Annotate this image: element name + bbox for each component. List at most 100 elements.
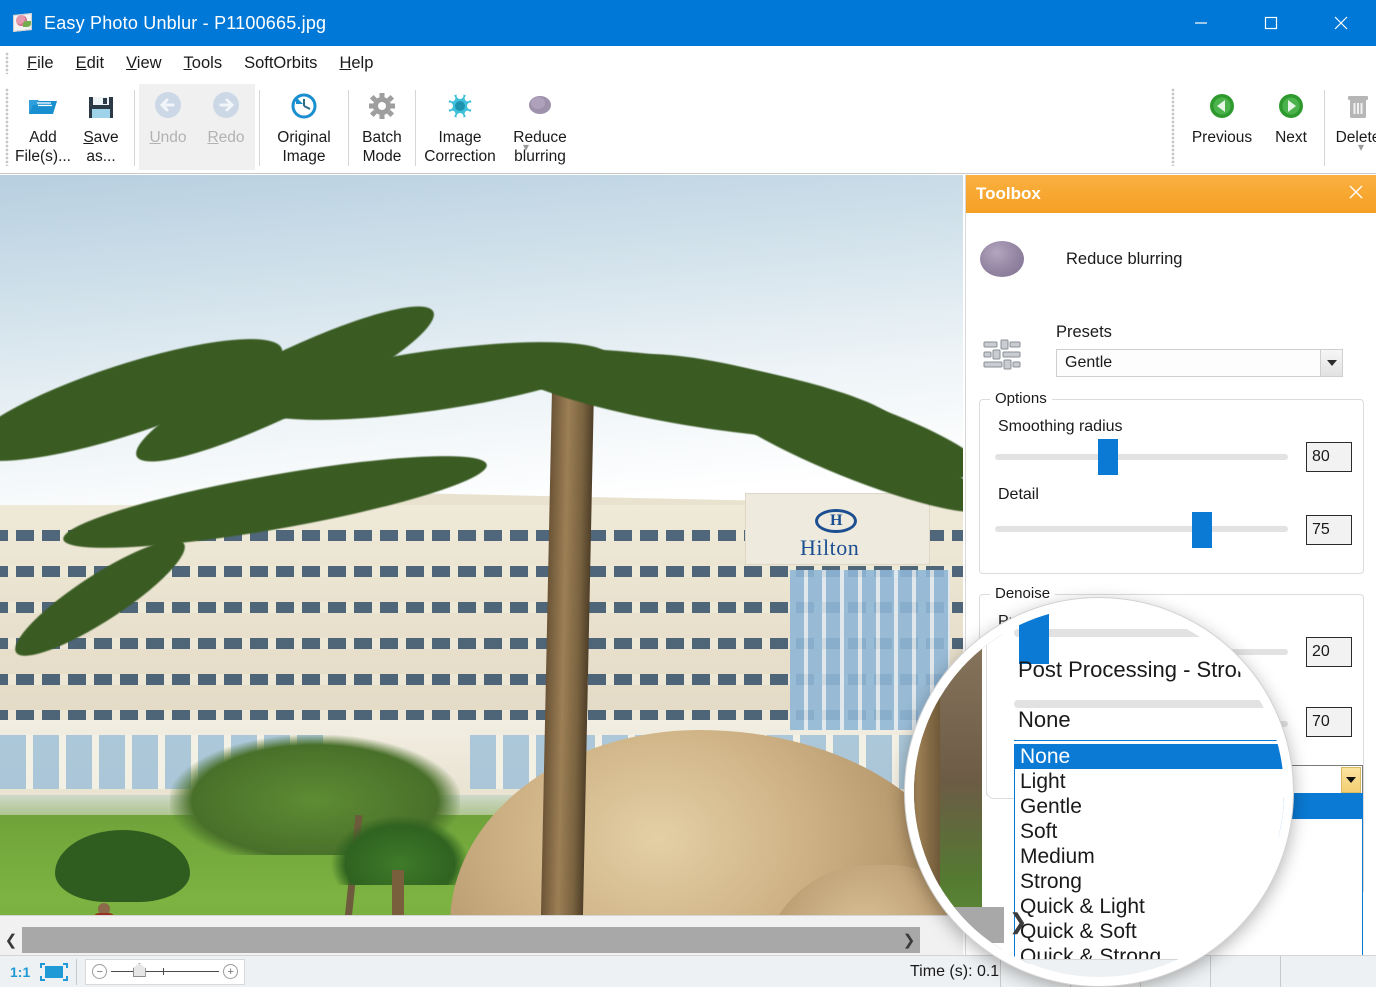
sliders-icon bbox=[982, 335, 1022, 375]
fit-to-screen-icon[interactable] bbox=[40, 962, 69, 981]
zoom-slider-thumb[interactable] bbox=[132, 963, 146, 977]
toolbar-separator bbox=[415, 90, 416, 166]
photo-person bbox=[93, 903, 115, 915]
detail-thumb[interactable] bbox=[1192, 512, 1212, 548]
previous-button[interactable]: Previous bbox=[1182, 84, 1262, 170]
magnified-chevron-right-icon: ❯ bbox=[1009, 909, 1028, 934]
toolbar-overflow-icon-right[interactable]: ▾ bbox=[1358, 140, 1364, 154]
photo-content: H Hilton bbox=[0, 175, 963, 915]
menu-grip-icon[interactable] bbox=[5, 52, 9, 74]
smoothing-radius-slider[interactable] bbox=[995, 454, 1288, 460]
reduce-blurring-label: Reduce blurring bbox=[513, 129, 567, 165]
photo-small-palm bbox=[330, 815, 470, 915]
toolbox-header: Toolbox bbox=[966, 175, 1376, 213]
magnified-option-medium: Medium bbox=[1020, 845, 1095, 868]
menu-item-help[interactable]: Help bbox=[328, 52, 384, 75]
image-canvas[interactable]: H Hilton bbox=[0, 175, 963, 915]
original-image-label: Original Image bbox=[277, 129, 331, 165]
main-toolbar: Add File(s)... Save as... Undo Redo Orig… bbox=[0, 80, 1376, 174]
scrollbar-thumb[interactable] bbox=[22, 927, 920, 953]
toolbar-overflow-icon[interactable]: ▾ bbox=[523, 140, 529, 154]
detail-value[interactable]: 75 bbox=[1306, 515, 1352, 545]
close-icon[interactable] bbox=[1347, 183, 1365, 206]
gear-icon bbox=[365, 90, 399, 124]
chevron-left-icon[interactable]: ❮ bbox=[0, 927, 22, 953]
toolbar-grip-icon-right[interactable] bbox=[1171, 88, 1175, 166]
image-correction-button[interactable]: Image Correction bbox=[420, 84, 500, 170]
chevron-down-icon[interactable] bbox=[1341, 767, 1361, 793]
undo-redo-group: Undo Redo bbox=[139, 84, 255, 170]
detail-slider[interactable] bbox=[995, 526, 1288, 532]
magnifier-content: Post Processing - Strong None None Light… bbox=[914, 607, 1284, 977]
trash-icon bbox=[1341, 90, 1375, 124]
add-files-button[interactable]: Add File(s)... bbox=[14, 84, 72, 170]
zoom-slider-track[interactable] bbox=[111, 963, 220, 977]
batch-mode-label: Batch Mode bbox=[362, 129, 402, 165]
minus-circle-icon[interactable]: − bbox=[92, 964, 108, 979]
clock-history-icon bbox=[287, 90, 321, 124]
menu-bar: File Edit View Tools SoftOrbits Help bbox=[0, 46, 1376, 80]
presets-combobox[interactable]: Gentle bbox=[1056, 349, 1343, 377]
magnified-combo-underline bbox=[1014, 740, 1284, 741]
app-icon bbox=[12, 12, 34, 34]
application-window: Easy Photo Unblur - P1100665.jpg File Ed… bbox=[0, 0, 1376, 987]
presets-label: Presets bbox=[1056, 323, 1112, 341]
presets-value: Gentle bbox=[1065, 354, 1113, 371]
undo-button[interactable]: Undo bbox=[139, 84, 197, 170]
image-correction-label: Image Correction bbox=[424, 129, 496, 165]
redo-arrow-icon bbox=[209, 90, 243, 124]
open-folder-icon bbox=[26, 90, 60, 124]
menu-item-file[interactable]: File bbox=[16, 52, 65, 75]
preprocessing-value[interactable]: 20 bbox=[1306, 637, 1352, 667]
title-bar: Easy Photo Unblur - P1100665.jpg bbox=[0, 0, 1376, 46]
toolbox-mode-row: Reduce blurring bbox=[980, 241, 1182, 277]
status-separator bbox=[76, 958, 78, 985]
magnified-dropdown-list: None Light Gentle Soft Medium Strong Qui… bbox=[1014, 744, 1284, 977]
toolbar-grip-icon[interactable] bbox=[5, 88, 9, 166]
next-label: Next bbox=[1275, 129, 1307, 146]
plus-circle-icon[interactable]: + bbox=[223, 964, 239, 979]
zoom-ratio-label: 1:1 bbox=[10, 963, 31, 980]
delete-button[interactable]: Delete bbox=[1329, 84, 1376, 170]
minimize-button[interactable] bbox=[1166, 0, 1236, 46]
menu-item-tools[interactable]: Tools bbox=[173, 52, 234, 75]
magnified-option-quick-soft: Quick & Soft bbox=[1020, 920, 1137, 943]
close-button[interactable] bbox=[1306, 0, 1376, 46]
save-as-button[interactable]: Save as... bbox=[72, 84, 130, 170]
post-processing-value[interactable]: 70 bbox=[1306, 707, 1352, 737]
magnified-option-quick-light: Quick & Light bbox=[1020, 895, 1145, 918]
options-group: Options Smoothing radius 80 Detail 75 bbox=[979, 390, 1364, 574]
zoom-slider-widget[interactable]: − + bbox=[85, 958, 246, 985]
chevron-down-icon[interactable] bbox=[1320, 350, 1342, 376]
magnified-preprocessing-track bbox=[1014, 629, 1284, 637]
save-as-label: Save as... bbox=[83, 129, 119, 165]
window-title: Easy Photo Unblur - P1100665.jpg bbox=[44, 12, 327, 33]
next-button[interactable]: Next bbox=[1262, 84, 1320, 170]
magnified-group-border bbox=[986, 607, 990, 795]
original-image-button[interactable]: Original Image bbox=[264, 84, 344, 170]
magnified-option-none: None bbox=[1015, 744, 1284, 769]
toolbar-separator bbox=[348, 90, 349, 166]
color-wheel-icon bbox=[443, 90, 477, 124]
blur-circle-icon bbox=[980, 241, 1024, 277]
delete-label: Delete bbox=[1335, 129, 1376, 146]
reduce-blurring-button[interactable]: Reduce blurring bbox=[500, 84, 580, 170]
menu-item-softorbits[interactable]: SoftOrbits bbox=[233, 52, 328, 75]
menu-item-edit[interactable]: Edit bbox=[65, 52, 115, 75]
magnifier-lens: Post Processing - Strong None None Light… bbox=[905, 598, 1293, 986]
toolbar-separator bbox=[134, 90, 135, 166]
magnified-combo-value: None bbox=[1018, 707, 1071, 732]
floppy-save-icon bbox=[84, 90, 118, 124]
status-cell bbox=[1280, 956, 1350, 987]
redo-button[interactable]: Redo bbox=[197, 84, 255, 170]
menu-item-view[interactable]: View bbox=[115, 52, 172, 75]
undo-arrow-icon bbox=[151, 90, 185, 124]
magnified-option-gentle: Gentle bbox=[1020, 795, 1082, 818]
smoothing-radius-value[interactable]: 80 bbox=[1306, 442, 1352, 472]
magnified-option-soft: Soft bbox=[1020, 820, 1058, 843]
batch-mode-button[interactable]: Batch Mode bbox=[353, 84, 411, 170]
smoothing-radius-thumb[interactable] bbox=[1098, 439, 1118, 475]
magnified-option-strong: Strong bbox=[1020, 870, 1082, 893]
green-left-arrow-icon bbox=[1205, 90, 1239, 124]
maximize-button[interactable] bbox=[1236, 0, 1306, 46]
